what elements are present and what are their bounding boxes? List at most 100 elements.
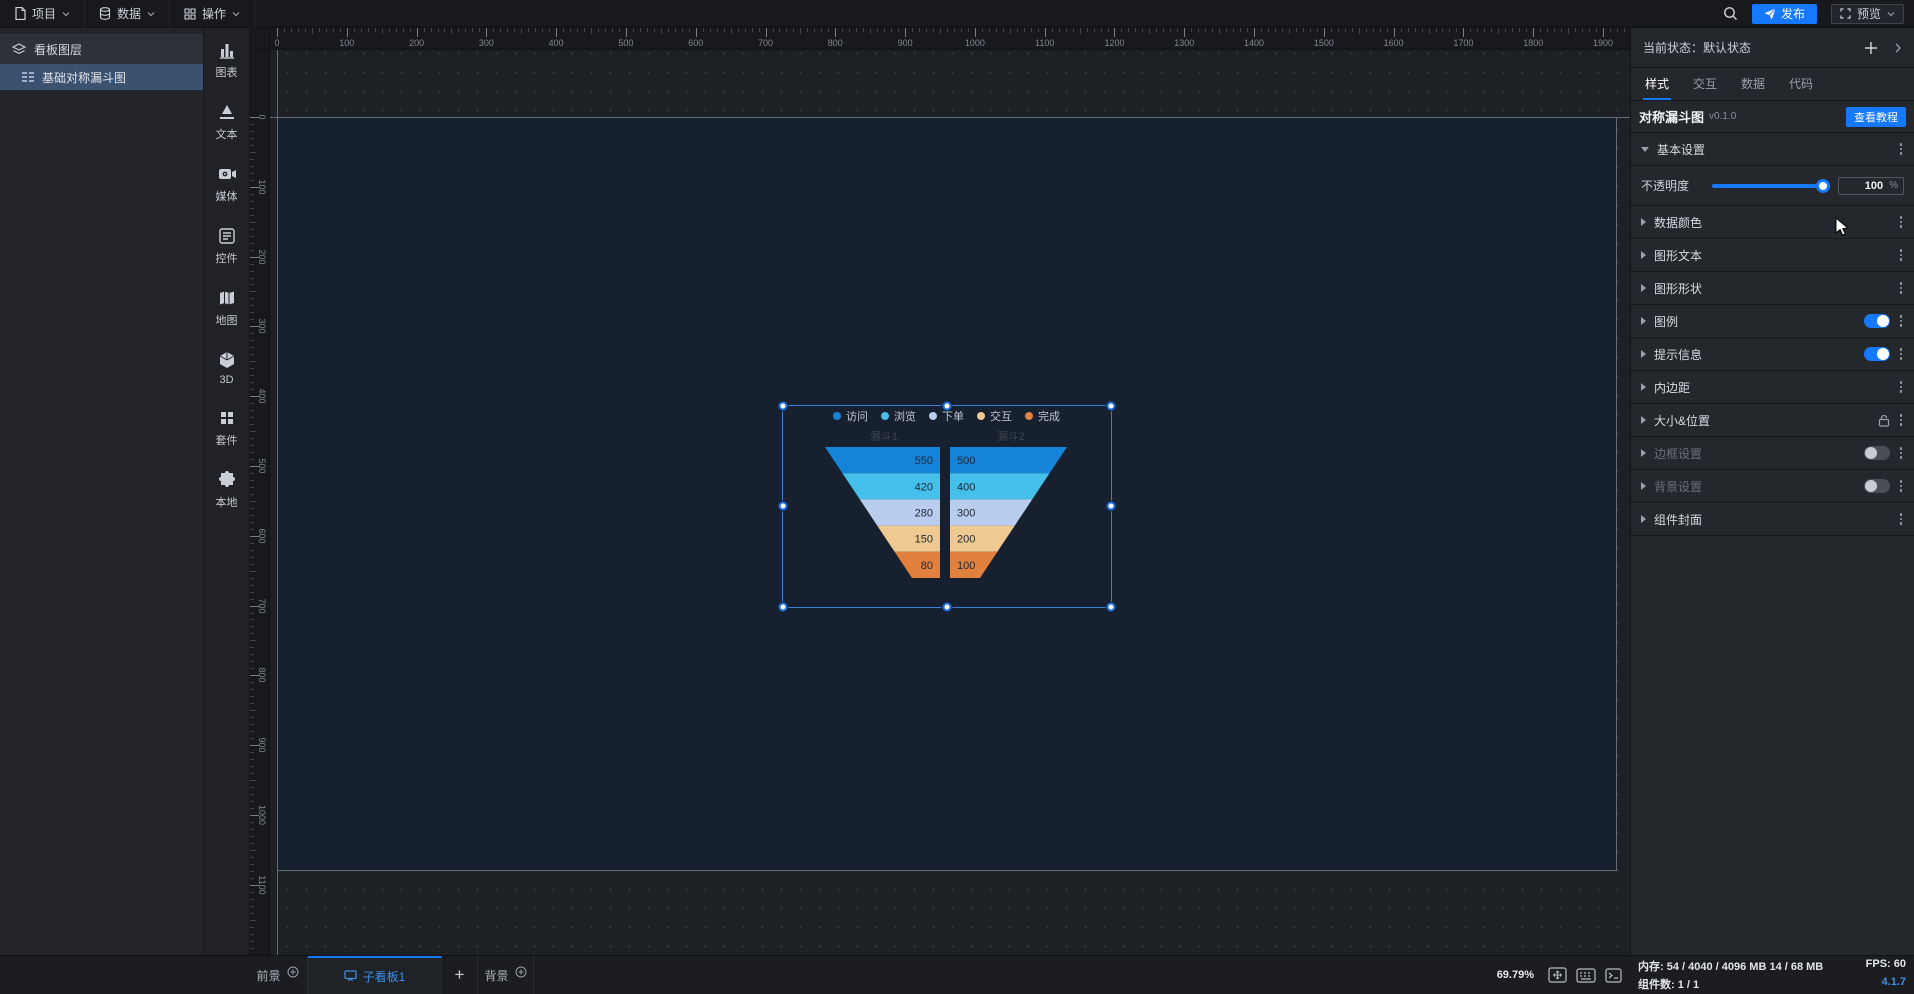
preview-button[interactable]: 预览 [1830, 3, 1904, 24]
selection-handle[interactable] [778, 602, 787, 611]
tab-foreground[interactable]: 前景 [248, 956, 308, 994]
inspector-section-组件封面[interactable]: 组件封面 [1631, 503, 1914, 536]
ruler-tick [940, 28, 941, 34]
selection-handle[interactable] [1106, 401, 1115, 410]
ruler-label: 1700 [1453, 38, 1474, 48]
keyboard-icon[interactable] [1576, 967, 1596, 983]
component-toolbox: 图表 文本 媒体 控件 地图 3D 套件 本地 [204, 28, 250, 955]
section-menu-icon[interactable] [1898, 379, 1905, 395]
ruler-tick [1344, 28, 1346, 32]
toolbox-item-local[interactable]: 本地 [204, 470, 249, 510]
layer-item-funnel[interactable]: 基础对称漏斗图 [0, 64, 203, 90]
toolbox-item-map[interactable]: 地图 [204, 288, 249, 328]
toolbox-item-label: 本地 [215, 497, 238, 509]
inspector-section-图形形状[interactable]: 图形形状 [1631, 272, 1914, 305]
chevron-down-icon[interactable] [1887, 10, 1895, 18]
section-menu-icon[interactable] [1898, 412, 1905, 428]
zoom-level[interactable]: 69.79% [1497, 956, 1534, 994]
ruler-tick [479, 28, 481, 32]
canvas-work-area[interactable]: 0 100 200 300 400 500 600 700 800 900 1000 1100 1200… [250, 28, 1630, 955]
tab-code[interactable]: 代码 [1789, 75, 1813, 100]
inspector-section-图形文本[interactable]: 图形文本 [1631, 239, 1914, 272]
section-toggle[interactable] [1863, 446, 1890, 460]
opacity-slider[interactable] [1712, 178, 1830, 193]
section-toggle[interactable] [1863, 314, 1890, 328]
inspector-section-basic[interactable]: 基本设置 [1631, 133, 1914, 166]
inspector-section-图例[interactable]: 图例 [1631, 305, 1914, 338]
toolbox-item-text[interactable]: 文本 [204, 102, 249, 142]
ruler-tick [667, 28, 669, 32]
section-menu-icon[interactable] [1898, 247, 1905, 263]
opacity-value-input[interactable]: 100 % [1838, 176, 1904, 195]
section-menu-icon[interactable] [1898, 511, 1905, 527]
search-icon[interactable] [1723, 6, 1738, 21]
layers-panel-header: 看板图层 [0, 34, 203, 64]
ruler-tick [486, 28, 488, 37]
ruler-tick [381, 28, 383, 34]
ruler-tick [1121, 28, 1123, 32]
selection-handle[interactable] [778, 401, 787, 410]
toolbox-item-3d[interactable]: 3D [204, 350, 249, 386]
ruler-tick [779, 28, 781, 32]
section-label: 基本设置 [1657, 142, 1706, 157]
menu-data[interactable]: 数据 [85, 0, 171, 28]
section-menu-icon[interactable] [1898, 478, 1905, 494]
selection-handle[interactable] [1106, 602, 1115, 611]
toolbox-item-charts[interactable]: 图表 [204, 40, 249, 80]
section-menu-icon[interactable] [1898, 214, 1905, 230]
tab-interaction[interactable]: 交互 [1693, 75, 1717, 100]
publish-button[interactable]: 发布 [1751, 3, 1817, 24]
paper-plane-icon [1764, 7, 1776, 19]
ruler-tick [250, 807, 254, 809]
map-icon [219, 291, 234, 305]
section-menu-icon[interactable] [1898, 313, 1905, 329]
ruler-tick [1268, 28, 1270, 32]
toolbox-item-kit[interactable]: 套件 [204, 408, 249, 448]
selection-handle[interactable] [942, 401, 951, 410]
plus-circle-icon[interactable] [515, 966, 527, 978]
ruler-label: 300 [478, 38, 494, 48]
tab-data[interactable]: 数据 [1741, 75, 1765, 100]
inspector-section-提示信息[interactable]: 提示信息 [1631, 338, 1914, 371]
menu-project[interactable]: 项目 [0, 0, 86, 28]
ruler-tick [535, 28, 537, 32]
ruler-tick [549, 28, 551, 32]
chevron-right-icon[interactable] [1894, 43, 1902, 53]
tab-label: 子看板1 [362, 969, 406, 984]
inspector-section-背景设置[interactable]: 背景设置 [1631, 470, 1914, 503]
ruler-tick [250, 835, 254, 837]
toolbox-item-controls[interactable]: 控件 [204, 226, 249, 266]
terminal-icon[interactable] [1605, 967, 1622, 983]
ruler-tick [1512, 28, 1514, 32]
ruler-tick [250, 165, 254, 167]
toolbox-item-media[interactable]: 媒体 [204, 164, 249, 204]
funnel-chart-component[interactable]: 550 500 420 400 280 300 150 200 80 100 访问 浏览 下单 交互 完成… [778, 401, 1115, 611]
inspector-section-边框设置[interactable]: 边框设置 [1631, 437, 1914, 470]
section-menu-icon[interactable] [1898, 280, 1905, 296]
section-toggle[interactable] [1863, 479, 1890, 493]
inspector-section-数据颜色[interactable]: 数据颜色 [1631, 206, 1914, 239]
selection-handle[interactable] [942, 602, 951, 611]
menu-operate[interactable]: 操作 [170, 0, 256, 28]
section-menu-icon[interactable] [1898, 346, 1905, 362]
tab-style[interactable]: 样式 [1642, 75, 1672, 100]
ruler-tick [1044, 28, 1046, 37]
selection-handle[interactable] [778, 501, 787, 511]
ruler-tick [639, 28, 641, 32]
add-state-icon[interactable] [1864, 41, 1878, 55]
section-menu-icon[interactable] [1898, 141, 1905, 157]
tab-subboard-1[interactable]: 子看板1 [308, 956, 442, 994]
inspector-section-内边距[interactable]: 内边距 [1631, 371, 1914, 404]
add-subboard-button[interactable]: + [442, 956, 478, 994]
selection-handle[interactable] [1106, 501, 1115, 511]
tab-background[interactable]: 背景 [478, 956, 534, 994]
ruler-tick [953, 28, 955, 32]
plus-circle-icon[interactable] [287, 966, 299, 978]
inspector-section-大小&位置[interactable]: 大小&位置 [1631, 404, 1914, 437]
tutorial-button[interactable]: 查看教程 [1846, 106, 1906, 127]
section-toggle[interactable] [1863, 347, 1890, 361]
section-menu-icon[interactable] [1898, 445, 1905, 461]
slider-knob[interactable] [1816, 178, 1830, 193]
lock-icon[interactable] [1878, 414, 1890, 427]
fit-screen-icon[interactable] [1548, 967, 1567, 983]
